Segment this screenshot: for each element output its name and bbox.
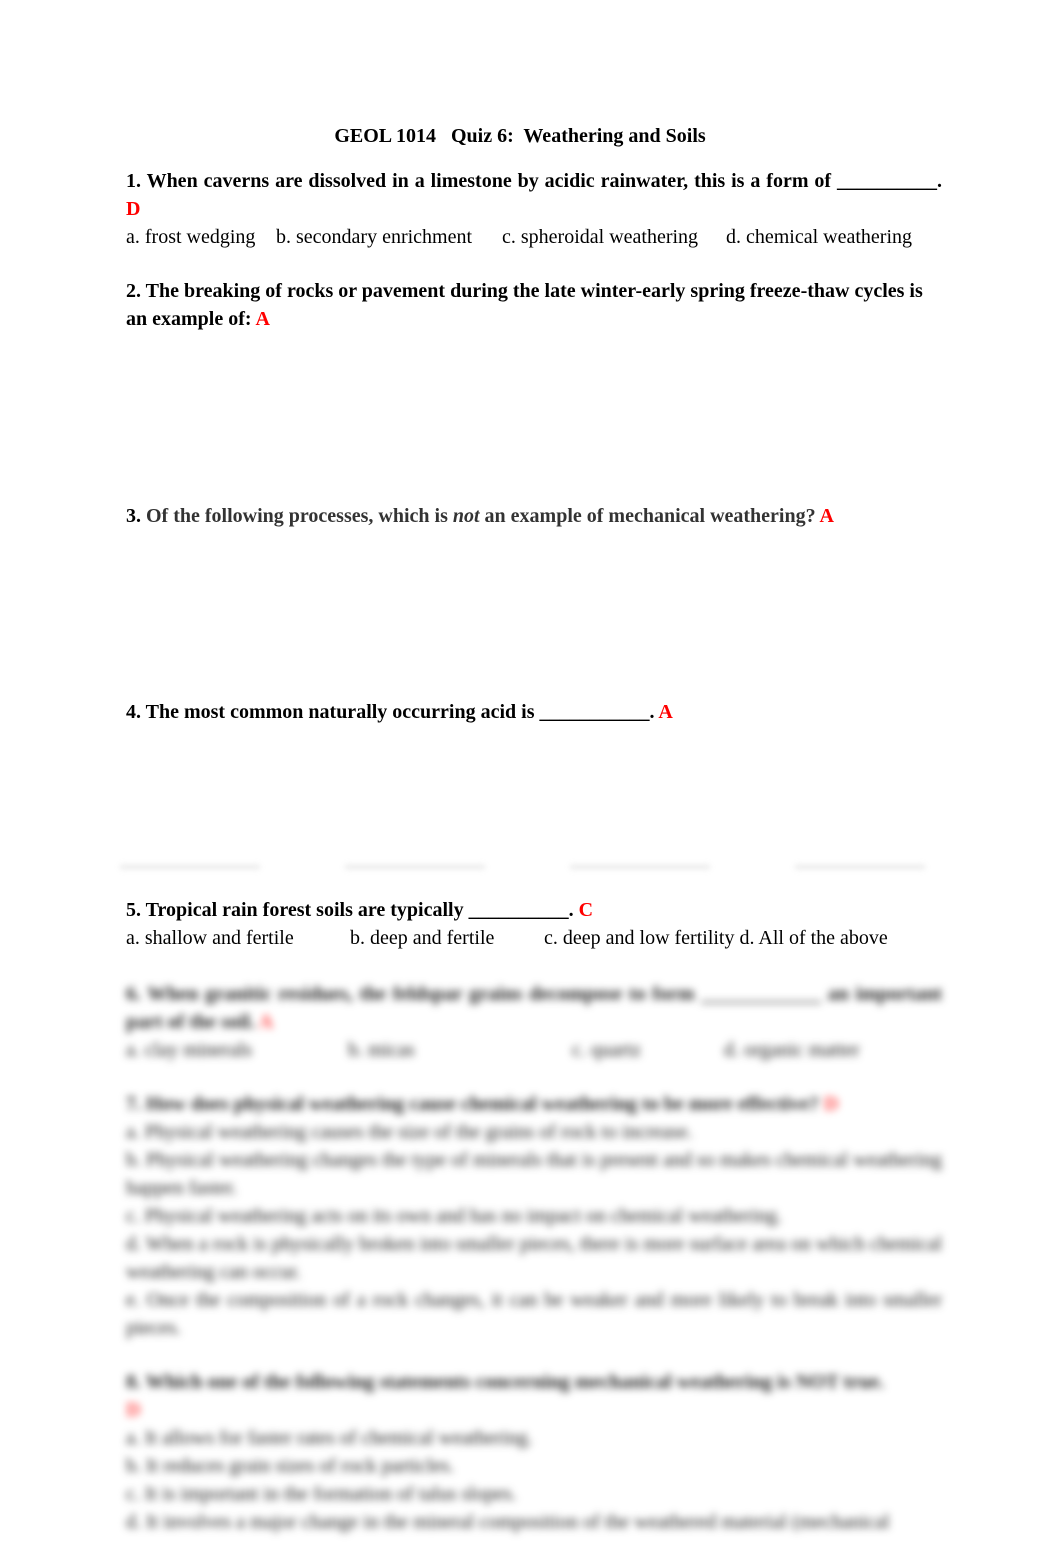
blurred-choice: a. clay minerals bbox=[126, 1039, 253, 1061]
blurred-choice: b. It reduces grain sizes of rock partic… bbox=[126, 1455, 455, 1477]
question-5-choices: a. shallow and fertile b. deep and ferti… bbox=[126, 924, 942, 952]
answer-key: A bbox=[658, 701, 673, 723]
question-number: 3. bbox=[126, 505, 141, 527]
blurred-question-6: 6. When granitic residues, the feldspar … bbox=[126, 980, 942, 1036]
question-1: 1. When caverns are dissolved in a limes… bbox=[126, 167, 942, 251]
question-text-emphasis: not bbox=[452, 505, 480, 527]
blurred-question-6-choices: a. clay minerals b. micas c. quartz d. o… bbox=[126, 1036, 942, 1064]
question-1-choices: a. frost wedging b. secondary enrichment… bbox=[126, 223, 942, 251]
question-number: 2. bbox=[126, 280, 141, 302]
choice-c: c. spheroidal weathering bbox=[502, 226, 699, 248]
question-text: Tropical rain forest soils are typically… bbox=[145, 899, 574, 921]
choice-d: d. All of the above bbox=[739, 927, 888, 949]
question-number: 4. bbox=[126, 701, 141, 723]
choice-b: b. deep and fertile bbox=[350, 927, 495, 949]
blurred-question-text: 6. When granitic residues, the feldspar … bbox=[126, 983, 942, 1033]
answer-key: A bbox=[255, 308, 270, 330]
question-text-after: an example of mechanical weathering? bbox=[479, 505, 816, 527]
blurred-question-8: 8. Which one of the following statements… bbox=[126, 1368, 942, 1424]
choice-c: c. deep and low fertility bbox=[544, 927, 735, 949]
blurred-choice: c. It is important in the formation of t… bbox=[126, 1483, 517, 1505]
question-text-before: Of the following processes, which is bbox=[146, 505, 453, 527]
answer-key: A bbox=[819, 505, 834, 527]
choice-a: a. frost wedging bbox=[126, 226, 256, 248]
hidden-choices-remnant bbox=[120, 862, 940, 876]
blurred-answer-key: D bbox=[126, 1399, 141, 1421]
blurred-question-7: 7. How does physical weathering cause ch… bbox=[126, 1090, 942, 1118]
answer-key: D bbox=[126, 198, 141, 220]
blurred-choice: d. It involves a major change in the min… bbox=[126, 1511, 890, 1533]
question-number: 1. bbox=[126, 170, 141, 192]
question-5-stem: 5. Tropical rain forest soils are typica… bbox=[126, 896, 942, 924]
question-4-stem: 4. The most common naturally occurring a… bbox=[126, 698, 942, 726]
answer-key: C bbox=[578, 899, 594, 921]
blurred-choice: a. It allows for faster rates of chemica… bbox=[126, 1427, 533, 1449]
blurred-choice: d. organic matter bbox=[724, 1039, 860, 1061]
choice-b: b. secondary enrichment bbox=[276, 226, 473, 248]
blurred-answer-key: D bbox=[823, 1093, 839, 1115]
question-text: The breaking of rocks or pavement during… bbox=[126, 280, 923, 330]
document-title: GEOL 1014 Quiz 6: Weathering and Soils bbox=[334, 125, 706, 147]
question-5: 5. Tropical rain forest soils are typica… bbox=[126, 896, 942, 952]
question-4: 4. The most common naturally occurring a… bbox=[126, 698, 942, 726]
blurred-choice: a. Physical weathering causes the size o… bbox=[126, 1121, 693, 1143]
document-page: GEOL 1014 Quiz 6: Weathering and Soils 1… bbox=[0, 0, 1062, 1556]
blurred-choice: b. micas bbox=[348, 1039, 415, 1061]
blurred-choice: e. Once the composition of a rock change… bbox=[126, 1289, 942, 1339]
choice-d: d. chemical weathering bbox=[726, 226, 913, 248]
question-2-stem: 2. The breaking of rocks or pavement dur… bbox=[126, 277, 942, 333]
blurred-question-text: 8. Which one of the following statements… bbox=[126, 1371, 885, 1393]
question-1-stem: 1. When caverns are dissolved in a limes… bbox=[126, 167, 942, 223]
question-3-stem: 3. Of the following processes, which is … bbox=[126, 502, 942, 530]
question-number: 5. bbox=[126, 899, 141, 921]
blurred-answer-key: A bbox=[258, 1011, 274, 1033]
choice-a: a. shallow and fertile bbox=[126, 927, 294, 949]
question-3: 3. Of the following processes, which is … bbox=[126, 502, 942, 530]
blurred-choice: b. Physical weathering changes the type … bbox=[126, 1149, 942, 1199]
blurred-question-text: 7. How does physical weathering cause ch… bbox=[126, 1093, 819, 1115]
blurred-choice: c. quartz bbox=[572, 1039, 641, 1061]
blurred-choice: d. When a rock is physically broken into… bbox=[126, 1233, 942, 1283]
question-text: When caverns are dissolved in a limeston… bbox=[146, 170, 943, 192]
question-text: The most common naturally occurring acid… bbox=[145, 701, 655, 723]
question-2: 2. The breaking of rocks or pavement dur… bbox=[126, 277, 942, 333]
blurred-choice: c. Physical weathering acts on its own a… bbox=[126, 1205, 782, 1227]
blurred-preview-section: 6. When granitic residues, the feldspar … bbox=[126, 980, 942, 1536]
